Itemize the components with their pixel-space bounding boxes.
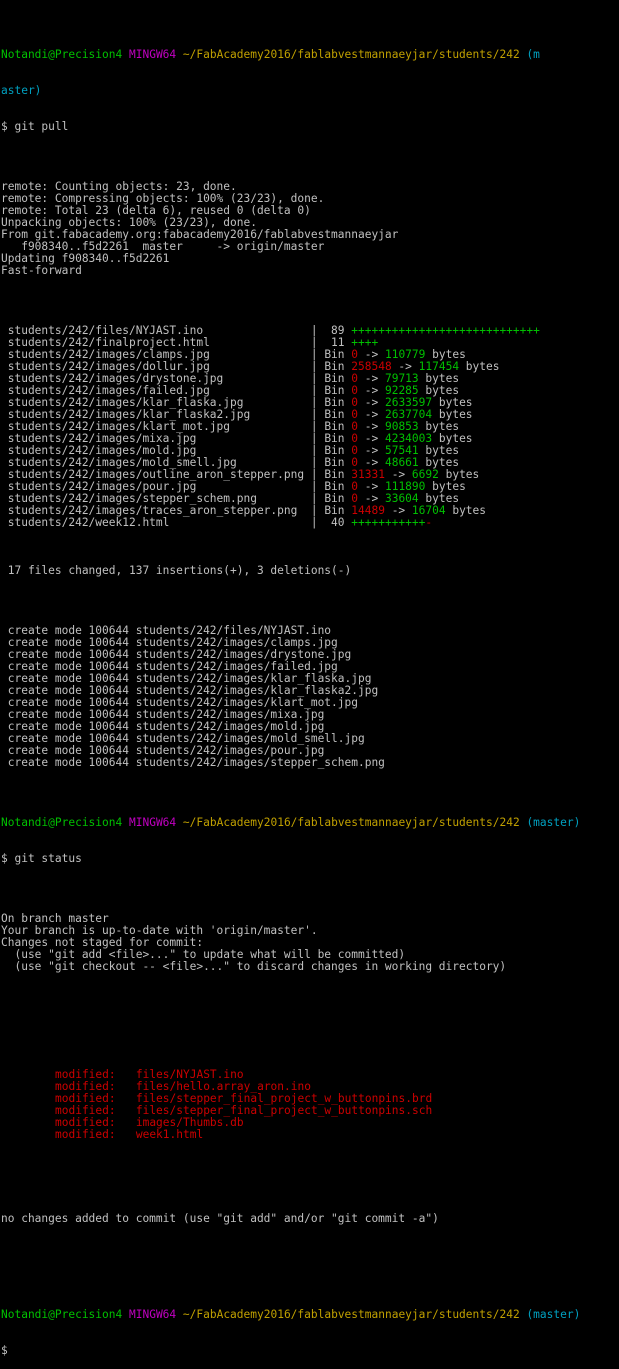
modified-label: modified: [55, 1128, 116, 1141]
create-mode-line: create mode 100644 students/242/images/p… [1, 744, 325, 757]
prompt-line: Notandi@Precision4 MINGW64 ~/FabAcademy2… [1, 817, 619, 829]
command-line: $ git pull [1, 120, 69, 133]
system-name: MINGW64 [129, 48, 177, 61]
diffstat-suffix: bytes [459, 360, 500, 373]
diffstat-count: 40 [317, 516, 352, 529]
diffstat-insertions: +++++++++++ [351, 516, 426, 529]
status-line: On branch master [1, 912, 109, 925]
system-name: MINGW64 [129, 816, 177, 829]
diffstat-deletions: - [425, 516, 433, 529]
branch-name: (m [526, 48, 540, 61]
current-path: ~/FabAcademy2016/fablabvestmannaeyjar/st… [182, 816, 520, 829]
user-host: Notandi@Precision4 [1, 1308, 123, 1321]
modified-file-list: modified: files/NYJAST.ino modified: file… [1, 1069, 619, 1141]
prompt-line: Notandi@Precision4 MINGW64 ~/FabAcademy2… [1, 1309, 619, 1321]
create-mode-line: create mode 100644 students/242/images/s… [1, 756, 385, 769]
current-path: ~/FabAcademy2016/fablabvestmannaeyjar/st… [182, 1308, 520, 1321]
current-path: ~/FabAcademy2016/fablabvestmannaeyjar/st… [182, 48, 520, 61]
create-mode-list: create mode 100644 students/242/files/NY… [1, 625, 619, 769]
modified-file-row: modified: week1.html [1, 1129, 619, 1141]
command-line: $ git status [1, 852, 82, 865]
create-mode-line: create mode 100644 students/242/images/m… [1, 732, 365, 745]
diffstat-suffix: bytes [445, 504, 487, 517]
terminal-window[interactable]: Notandi@Precision4 MINGW64 ~/FabAcademy2… [1, 1, 619, 1357]
change-summary: 17 files changed, 137 insertions(+), 3 d… [1, 564, 352, 577]
prompt-symbol: $ [1, 1344, 8, 1357]
status-line: (use "git checkout -- <file>..." to disc… [1, 960, 507, 973]
command-input-line[interactable]: $ [1, 1345, 619, 1357]
output-line: Fast-forward [1, 264, 82, 277]
status-line: Changes not staged for commit: [1, 936, 204, 949]
status-output: On branch master Your branch is up-to-dat… [1, 913, 619, 973]
diffstat-insertions: ++++++++++++++++++++++++++++ [351, 324, 540, 337]
output-line: Updating f908340..f5d2261 [1, 252, 170, 265]
user-host: Notandi@Precision4 [1, 816, 123, 829]
branch-name: (master) [526, 816, 581, 829]
diffstat-row: students/242/week12.html | 40 ++++++++++… [1, 517, 619, 529]
prompt-line: Notandi@Precision4 MINGW64 ~/FabAcademy2… [1, 49, 619, 61]
status-line: Your branch is up-to-date with 'origin/m… [1, 924, 318, 937]
diffstat-file: students/242/week12.html | [1, 516, 318, 529]
diffstat: students/242/files/NYJAST.ino | 89 +++++… [1, 325, 619, 529]
modified-file-name: week1.html [135, 1128, 204, 1141]
system-name: MINGW64 [129, 1308, 177, 1321]
status-line: (use "git add <file>..." to update what … [1, 948, 406, 961]
prompt-line-wrap: aster) [1, 85, 619, 97]
branch-name-wrap: aster) [1, 84, 42, 97]
branch-name: (master) [526, 1308, 581, 1321]
pull-output: remote: Counting objects: 23, done. remot… [1, 181, 619, 277]
no-changes-message: no changes added to commit (use "git add… [1, 1212, 439, 1225]
user-host: Notandi@Precision4 [1, 48, 123, 61]
